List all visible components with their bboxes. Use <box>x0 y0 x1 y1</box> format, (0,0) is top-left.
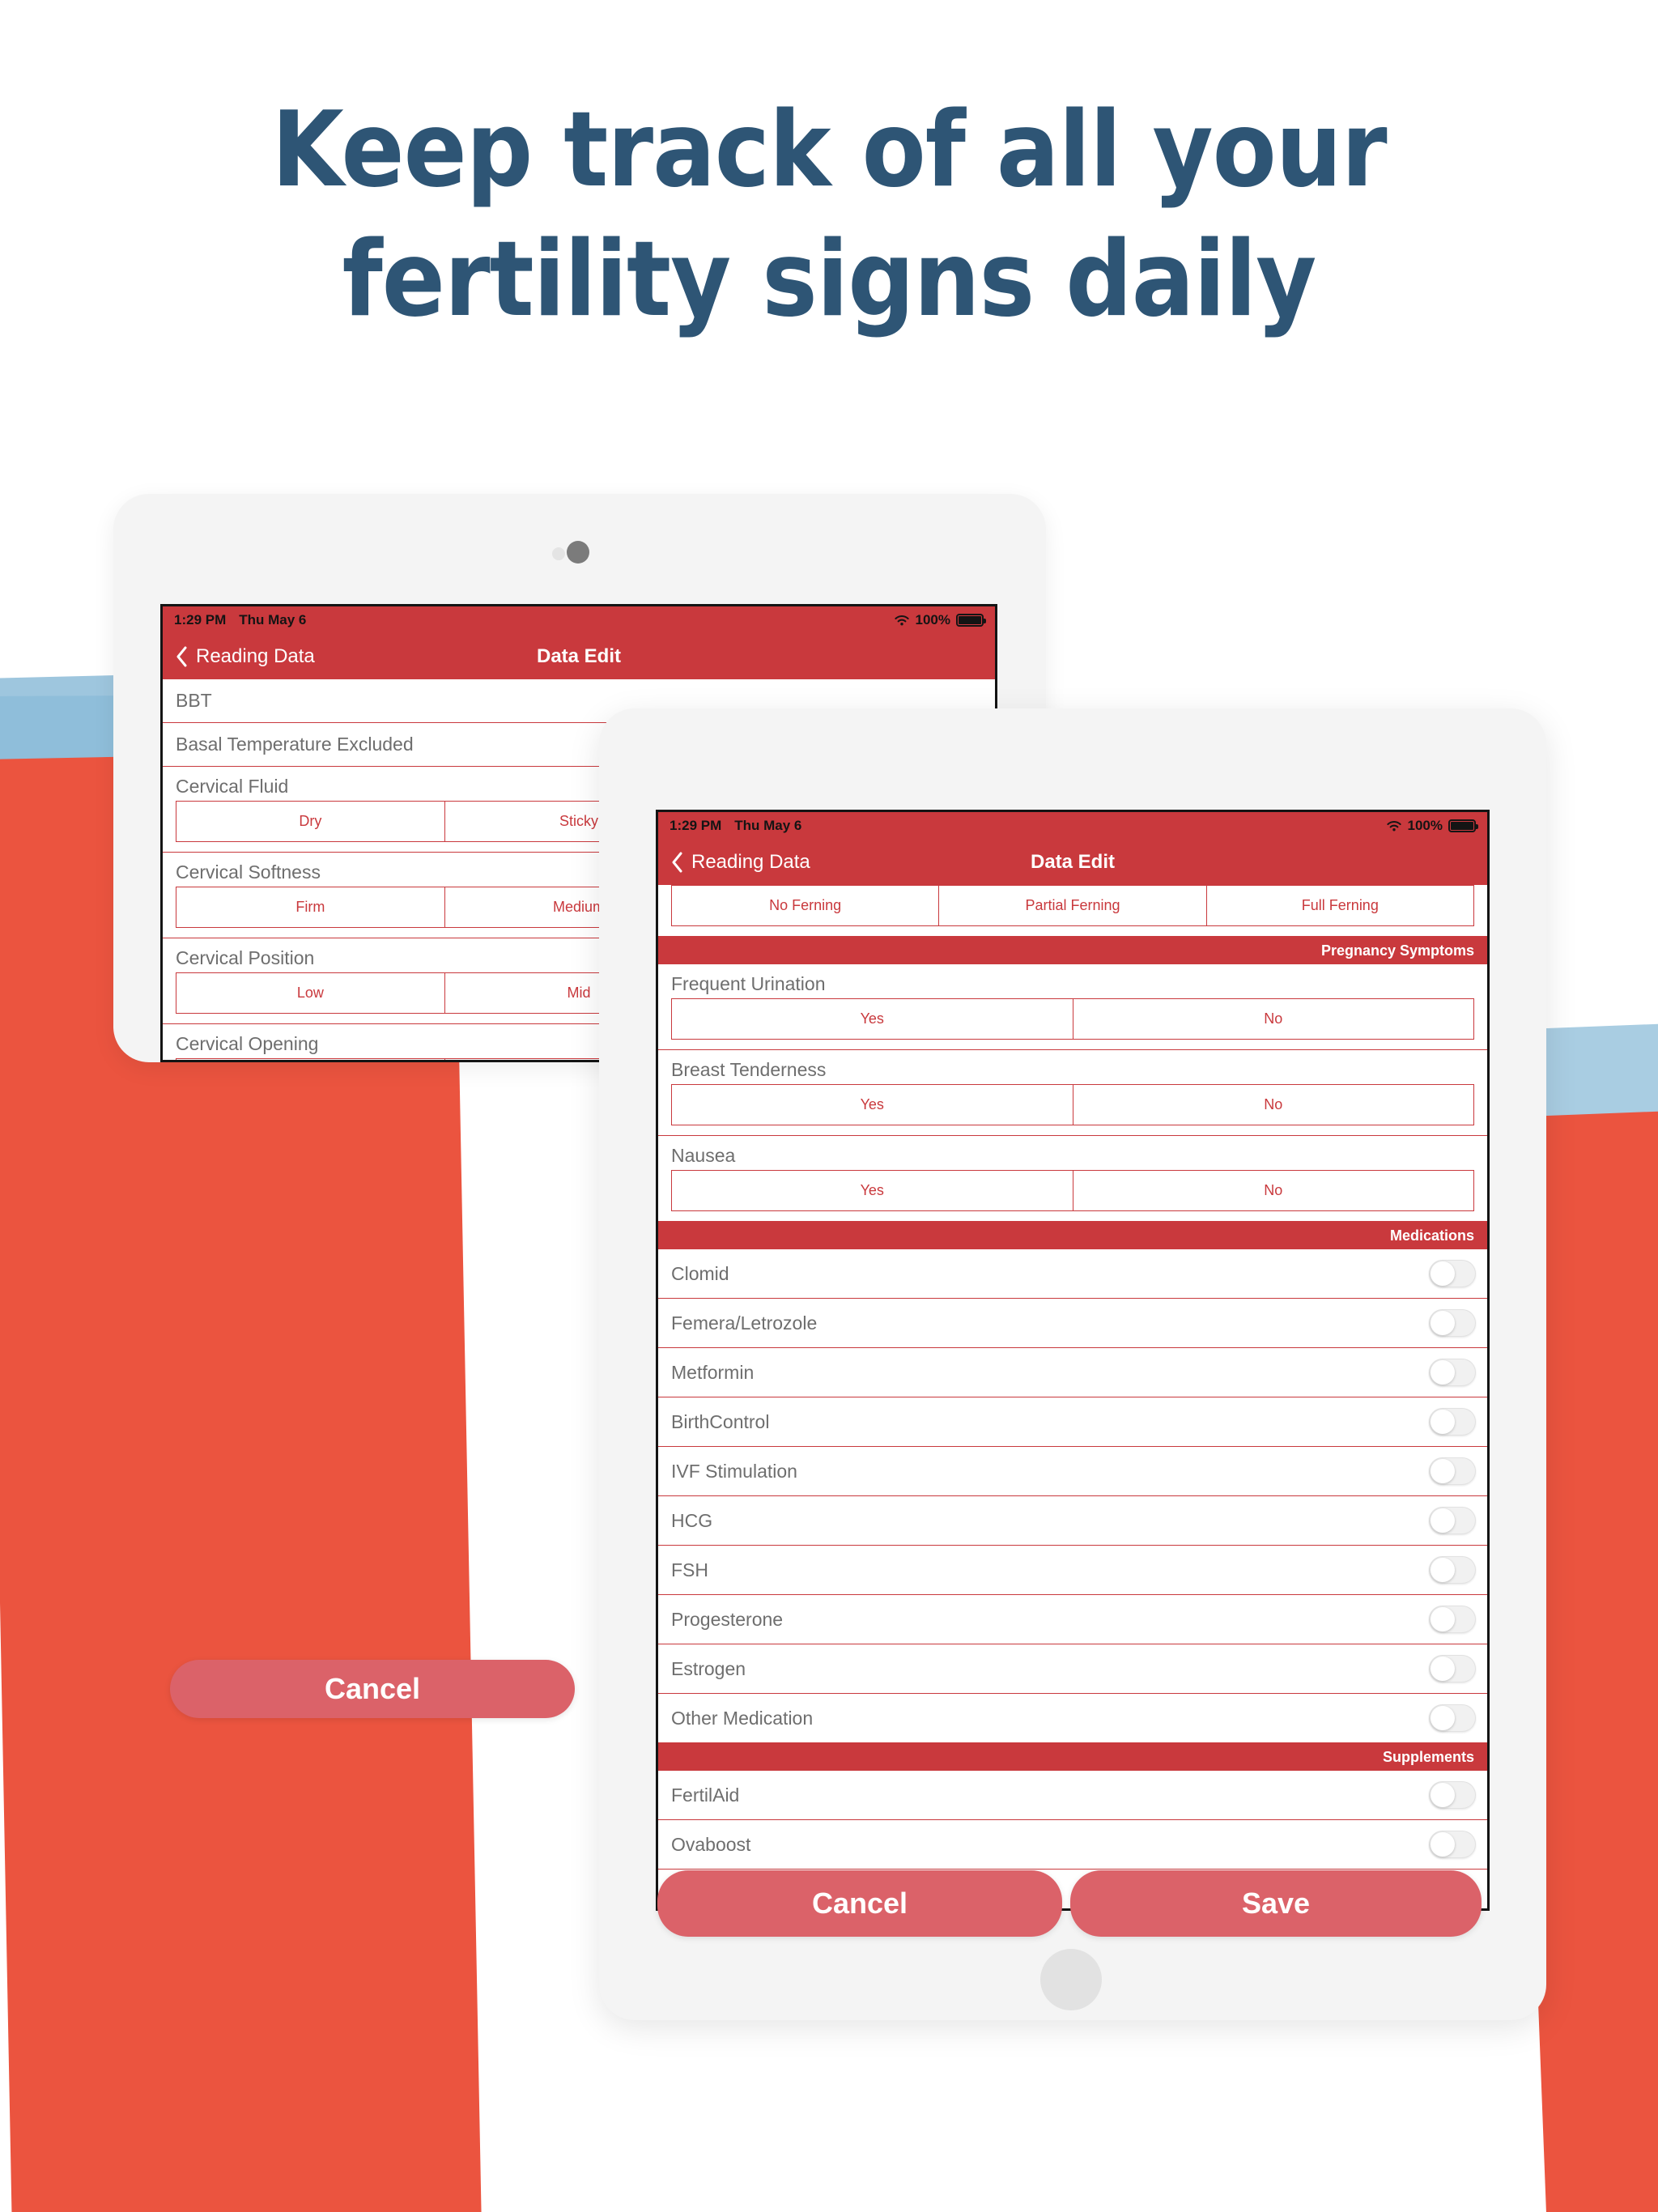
toggle-switch[interactable] <box>1429 1359 1476 1386</box>
toggle-switch[interactable] <box>1429 1507 1476 1534</box>
segment-option[interactable]: No <box>1073 1085 1474 1125</box>
toggle-switch[interactable] <box>1429 1655 1476 1682</box>
nav-bar-front: Reading Data Data Edit <box>658 840 1487 885</box>
toggle-row-label: Other Medication <box>671 1707 814 1729</box>
toggle-switch[interactable] <box>1429 1260 1476 1287</box>
toggle-row: FSH <box>658 1546 1487 1595</box>
toggle-row: IVF Stimulation <box>658 1447 1487 1496</box>
form-row: Nausea Yes No <box>658 1136 1487 1222</box>
toggle-row-label: FertilAid <box>671 1784 740 1806</box>
segmented-control[interactable]: Yes No <box>671 998 1474 1040</box>
form-row: Frequent Urination Yes No <box>658 964 1487 1050</box>
toggle-row: HCG <box>658 1496 1487 1546</box>
status-bar-back: 1:29 PM Thu May 6 100% <box>163 606 995 634</box>
segmented-control[interactable]: Yes No <box>671 1170 1474 1211</box>
chevron-left-icon <box>672 852 682 873</box>
toggle-switch[interactable] <box>1429 1556 1476 1584</box>
app-screen-front: 1:29 PM Thu May 6 100% Reading Data Data… <box>656 810 1490 1911</box>
toggle-switch[interactable] <box>1429 1704 1476 1732</box>
segmented-control[interactable]: Yes No <box>671 1084 1474 1125</box>
toggle-row-label: Femera/Letrozole <box>671 1312 818 1334</box>
segment-option[interactable]: Low <box>176 973 445 1013</box>
status-time: 1:29 PM <box>174 612 227 627</box>
toggle-row: Clomid <box>658 1249 1487 1299</box>
toggle-switch[interactable] <box>1429 1457 1476 1485</box>
toggle-row: Progesterone <box>658 1595 1487 1644</box>
home-button[interactable] <box>1040 1949 1102 2010</box>
toggle-row-label: FSH <box>671 1559 708 1580</box>
segment-option[interactable]: Yes <box>672 999 1073 1039</box>
back-label: Reading Data <box>196 645 315 667</box>
segment-option[interactable]: Dry <box>176 802 445 841</box>
status-time: 1:29 PM <box>670 818 722 833</box>
cancel-button-front-screen[interactable]: Cancel <box>657 1870 1062 1937</box>
battery-full-icon <box>956 614 986 627</box>
segment-option[interactable]: Yes <box>672 1171 1073 1210</box>
battery-percent: 100% <box>915 612 950 627</box>
status-date: Thu May 6 <box>239 612 307 627</box>
form-row-label: Breast Tenderness <box>671 1059 827 1080</box>
section-header: Supplements <box>658 1743 1487 1771</box>
headline-line-2: fertility signs daily <box>342 219 1317 340</box>
sensor-dot-icon <box>552 547 565 560</box>
toggle-switch[interactable] <box>1429 1831 1476 1858</box>
save-button-front-screen[interactable]: Save <box>1070 1870 1482 1937</box>
form-row: Breast Tenderness Yes No <box>658 1050 1487 1136</box>
segment-option[interactable]: Partial Ferning <box>939 886 1207 925</box>
battery-full-icon <box>1448 819 1478 832</box>
toggle-row: Other Medication <box>658 1694 1487 1743</box>
segment-option[interactable]: Yes <box>672 1085 1073 1125</box>
toggle-row: Estrogen <box>658 1644 1487 1694</box>
toggle-row-label: BirthControl <box>671 1410 770 1432</box>
toggle-row: FertilAid <box>658 1771 1487 1820</box>
segment-option[interactable]: No Ferning <box>672 886 940 925</box>
form-row: No Ferning Partial Ferning Full Ferning <box>658 885 1487 937</box>
form-row-label: Frequent Urination <box>671 973 826 994</box>
page-title: Keep track of all your fertility signs d… <box>0 99 1658 332</box>
segment-option[interactable]: No <box>1073 1171 1474 1210</box>
chevron-left-icon <box>176 646 187 667</box>
toggle-row-label: Clomid <box>671 1262 729 1284</box>
segment-option[interactable]: Full Ferning <box>1207 886 1473 925</box>
wifi-icon <box>894 615 909 626</box>
toggle-row: Metformin <box>658 1348 1487 1397</box>
back-button-back-screen[interactable]: Reading Data <box>176 645 315 668</box>
form-row-label: Nausea <box>671 1145 736 1166</box>
toggle-row-label: Ovaboost <box>671 1833 751 1855</box>
toggle-row: BirthControl <box>658 1397 1487 1447</box>
toggle-row: Femera/Letrozole <box>658 1299 1487 1348</box>
section-header: Medications <box>658 1222 1487 1249</box>
toggle-row-label: Estrogen <box>671 1657 746 1679</box>
toggle-switch[interactable] <box>1429 1408 1476 1436</box>
section-header: Pregnancy Symptoms <box>658 937 1487 964</box>
toggle-switch[interactable] <box>1429 1781 1476 1809</box>
toggle-row-label: HCG <box>671 1509 713 1531</box>
toggle-row-label: IVF Stimulation <box>671 1460 797 1482</box>
toggle-switch[interactable] <box>1429 1606 1476 1633</box>
segment-option[interactable]: Firm <box>176 887 445 927</box>
back-button-front-screen[interactable]: Reading Data <box>671 851 810 874</box>
back-label: Reading Data <box>691 851 810 873</box>
wifi-icon <box>1386 821 1401 832</box>
cancel-button-back-screen[interactable]: Cancel <box>170 1660 575 1718</box>
segment-option[interactable]: No <box>1073 999 1474 1039</box>
status-bar-front: 1:29 PM Thu May 6 100% <box>658 812 1487 840</box>
nav-bar-back: Reading Data Data Edit <box>163 634 995 679</box>
headline-line-1: Keep track of all your <box>271 90 1387 211</box>
toggle-row-label: Metformin <box>671 1361 755 1383</box>
toggle-row-label: Progesterone <box>671 1608 784 1630</box>
camera-lens-icon <box>567 541 589 564</box>
status-date: Thu May 6 <box>734 818 802 833</box>
segment-option[interactable]: Closed <box>176 1059 445 1060</box>
toggle-row: Ovaboost <box>658 1820 1487 1870</box>
form-list-front[interactable]: No Ferning Partial Ferning Full Ferning Pre… <box>658 885 1487 1908</box>
toggle-switch[interactable] <box>1429 1309 1476 1337</box>
battery-percent: 100% <box>1407 818 1443 833</box>
segmented-control[interactable]: No Ferning Partial Ferning Full Ferning <box>671 885 1474 926</box>
